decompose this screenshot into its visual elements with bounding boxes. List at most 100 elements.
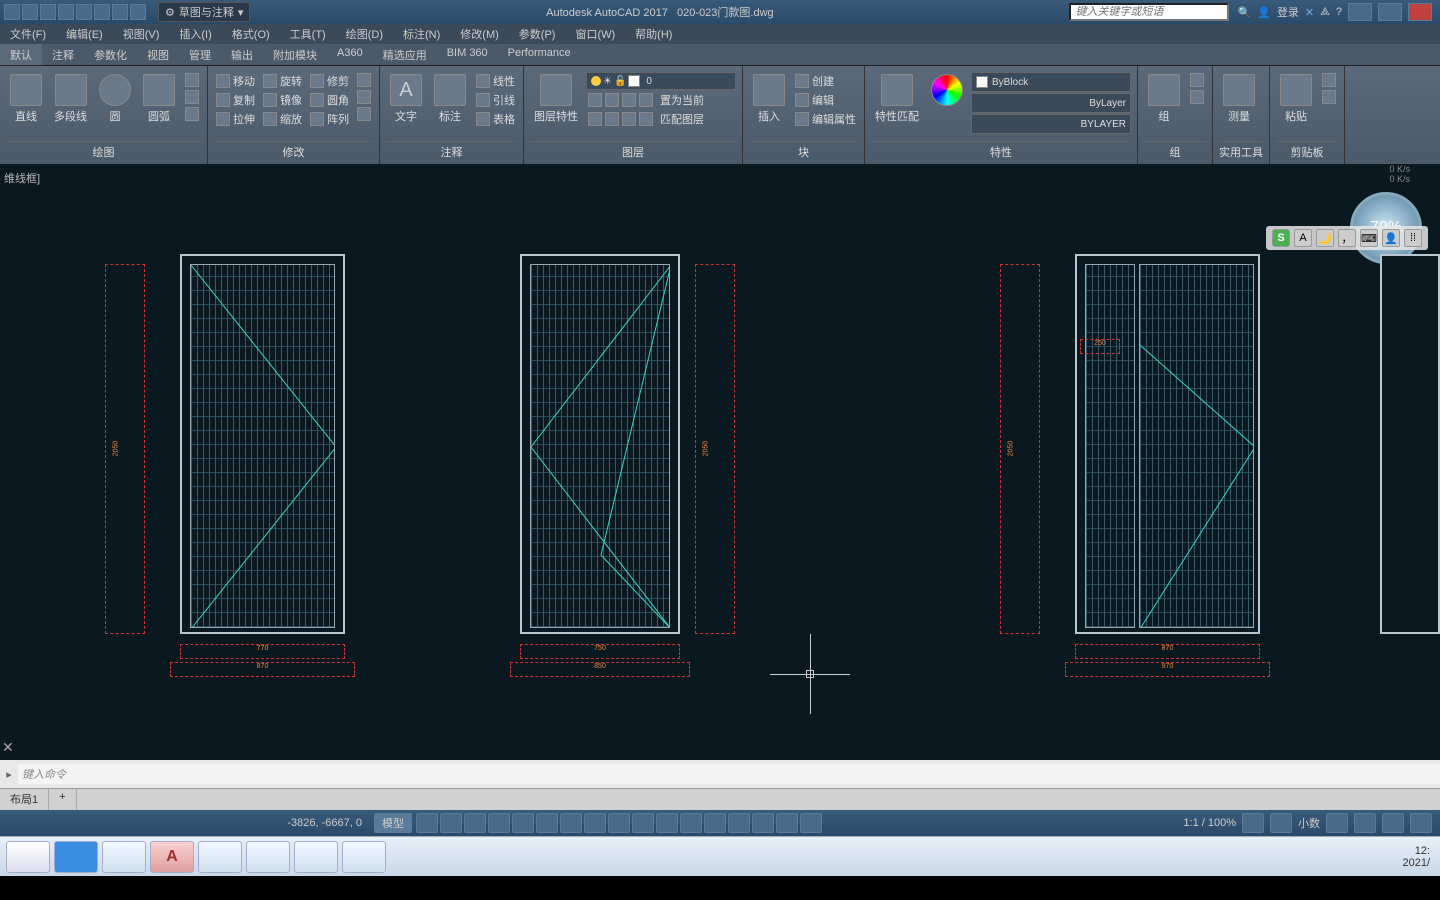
mirror-button[interactable]: 镜像 [261, 91, 304, 109]
menu-format[interactable]: 格式(O) [222, 24, 280, 44]
command-line[interactable]: ▸ 键入命令 [0, 760, 1440, 788]
snap-toggle-icon[interactable] [440, 813, 462, 833]
infocenter-icon[interactable]: 🔍 [1237, 6, 1251, 19]
insert-button[interactable]: 插入 [749, 72, 789, 126]
layuniso-icon[interactable] [588, 112, 602, 126]
canvas-close-x[interactable]: ✕ [2, 739, 14, 756]
ortho-toggle-icon[interactable] [464, 813, 486, 833]
saveas-icon[interactable] [76, 4, 92, 20]
tpy-toggle-icon[interactable] [680, 813, 702, 833]
measure-button[interactable]: 测量 [1219, 72, 1259, 126]
layer-dropdown[interactable]: ☀ 🔓 0 [586, 72, 736, 90]
edit-block-button[interactable]: 编辑 [793, 91, 858, 109]
am-toggle-icon[interactable] [752, 813, 774, 833]
tab-output[interactable]: 输出 [221, 44, 263, 65]
redo-icon[interactable] [130, 4, 146, 20]
rect-button[interactable] [183, 72, 201, 88]
3dosnap-toggle-icon[interactable] [560, 813, 582, 833]
paste-button[interactable]: 粘贴 [1276, 72, 1316, 126]
maximize-button[interactable] [1378, 3, 1402, 21]
task-app-autocad[interactable]: A [150, 841, 194, 873]
ltype-dropdown[interactable]: BYLAYER [971, 114, 1131, 134]
ime-moon-icon[interactable]: 🌙 [1316, 229, 1334, 247]
visual-style-label[interactable]: 维线框] [4, 170, 40, 186]
ime-lang-icon[interactable]: A [1294, 229, 1312, 247]
task-app-1[interactable] [6, 841, 50, 873]
groupedit-button[interactable] [1188, 89, 1206, 105]
line-button[interactable]: 直线 [6, 72, 46, 126]
create-block-button[interactable]: 创建 [793, 72, 858, 90]
scale-readout[interactable]: 1:1 / 100% [1183, 817, 1236, 829]
layout-add-button[interactable]: + [49, 789, 76, 810]
a360-icon[interactable]: ⟁ [1320, 6, 1330, 19]
leader-button[interactable]: 引线 [474, 91, 517, 109]
menu-modify[interactable]: 修改(M) [450, 24, 509, 44]
sc-toggle-icon[interactable] [728, 813, 750, 833]
tab-perf[interactable]: Performance [498, 44, 581, 65]
layout-tab-1[interactable]: 布局1 [0, 789, 49, 810]
layulk-icon[interactable] [639, 112, 653, 126]
autoscale-toggle-icon[interactable] [800, 813, 822, 833]
table-button[interactable]: 表格 [474, 110, 517, 128]
move-button[interactable]: 移动 [214, 72, 257, 90]
menu-view[interactable]: 视图(V) [113, 24, 170, 44]
cut-button[interactable] [1320, 72, 1338, 88]
ime-user-icon[interactable]: 👤 [1382, 229, 1400, 247]
plot-icon[interactable] [94, 4, 110, 20]
minimize-button[interactable] [1348, 3, 1372, 21]
laylck-icon[interactable] [639, 93, 653, 107]
osnap-toggle-icon[interactable] [536, 813, 558, 833]
layiso-icon[interactable] [588, 93, 602, 107]
anno-toggle-icon[interactable] [776, 813, 798, 833]
dim-button[interactable]: 标注 [430, 72, 470, 126]
ducs-toggle-icon[interactable] [608, 813, 630, 833]
tab-default[interactable]: 默认 [0, 44, 42, 65]
drawing-canvas[interactable]: 维线框] 0 K/s 0 K/s 79% S A 🌙 ， ⌨ 👤 ⁞⁞ 2050… [0, 164, 1440, 760]
qp-toggle-icon[interactable] [704, 813, 726, 833]
ellipse-button[interactable] [183, 106, 201, 122]
exchange-icon[interactable]: ✕ [1305, 6, 1314, 19]
ime-punct-icon[interactable]: ， [1338, 229, 1356, 247]
help-icon[interactable]: ? [1336, 6, 1342, 18]
arc-button[interactable]: 圆弧 [139, 72, 179, 126]
isodraft-toggle-icon[interactable] [512, 813, 534, 833]
laythw-icon[interactable] [605, 112, 619, 126]
units-readout[interactable]: 小数 [1298, 815, 1320, 831]
task-app-5[interactable] [246, 841, 290, 873]
hatch-button[interactable] [183, 89, 201, 105]
panel-util-title[interactable]: 实用工具 [1219, 141, 1263, 162]
layoff-icon[interactable] [622, 93, 636, 107]
erase-button[interactable] [355, 72, 373, 88]
panel-clip-title[interactable]: 剪贴板 [1276, 141, 1338, 162]
panel-block-title[interactable]: 块 [749, 141, 858, 162]
matchlayer-label[interactable]: 匹配图层 [660, 111, 704, 127]
custom-icon[interactable] [1410, 813, 1432, 833]
undo-icon[interactable] [112, 4, 128, 20]
task-app-explorer[interactable] [198, 841, 242, 873]
menu-edit[interactable]: 编辑(E) [56, 24, 113, 44]
explode-button[interactable] [355, 89, 373, 105]
ime-menu-icon[interactable]: ⁞⁞ [1404, 229, 1422, 247]
fillet-button[interactable]: 圆角 [308, 91, 351, 109]
color-wheel-button[interactable] [927, 72, 967, 108]
task-app-wechat[interactable] [102, 841, 146, 873]
copyclip-button[interactable] [1320, 89, 1338, 105]
text-button[interactable]: A文字 [386, 72, 426, 126]
edit-attr-button[interactable]: 编辑属性 [793, 110, 858, 128]
offset-button[interactable] [355, 106, 373, 122]
panel-modify-title[interactable]: 修改 [214, 141, 373, 162]
rotate-button[interactable]: 旋转 [261, 72, 304, 90]
cleanscreen-icon[interactable] [1382, 813, 1404, 833]
annomonitor-icon[interactable] [1270, 813, 1292, 833]
lwt-toggle-icon[interactable] [656, 813, 678, 833]
layerprops-button[interactable]: 图层特性 [530, 72, 582, 126]
sogou-icon[interactable]: S [1272, 229, 1290, 247]
menu-tools[interactable]: 工具(T) [280, 24, 336, 44]
menu-insert[interactable]: 插入(I) [169, 24, 221, 44]
tab-bim360[interactable]: BIM 360 [437, 44, 498, 65]
color-dropdown[interactable]: ByBlock [971, 72, 1131, 92]
panel-group-title[interactable]: 组 [1144, 141, 1206, 162]
command-input[interactable]: 键入命令 [18, 764, 1440, 784]
polar-toggle-icon[interactable] [488, 813, 510, 833]
setcurrent-label[interactable]: 置为当前 [660, 92, 704, 108]
